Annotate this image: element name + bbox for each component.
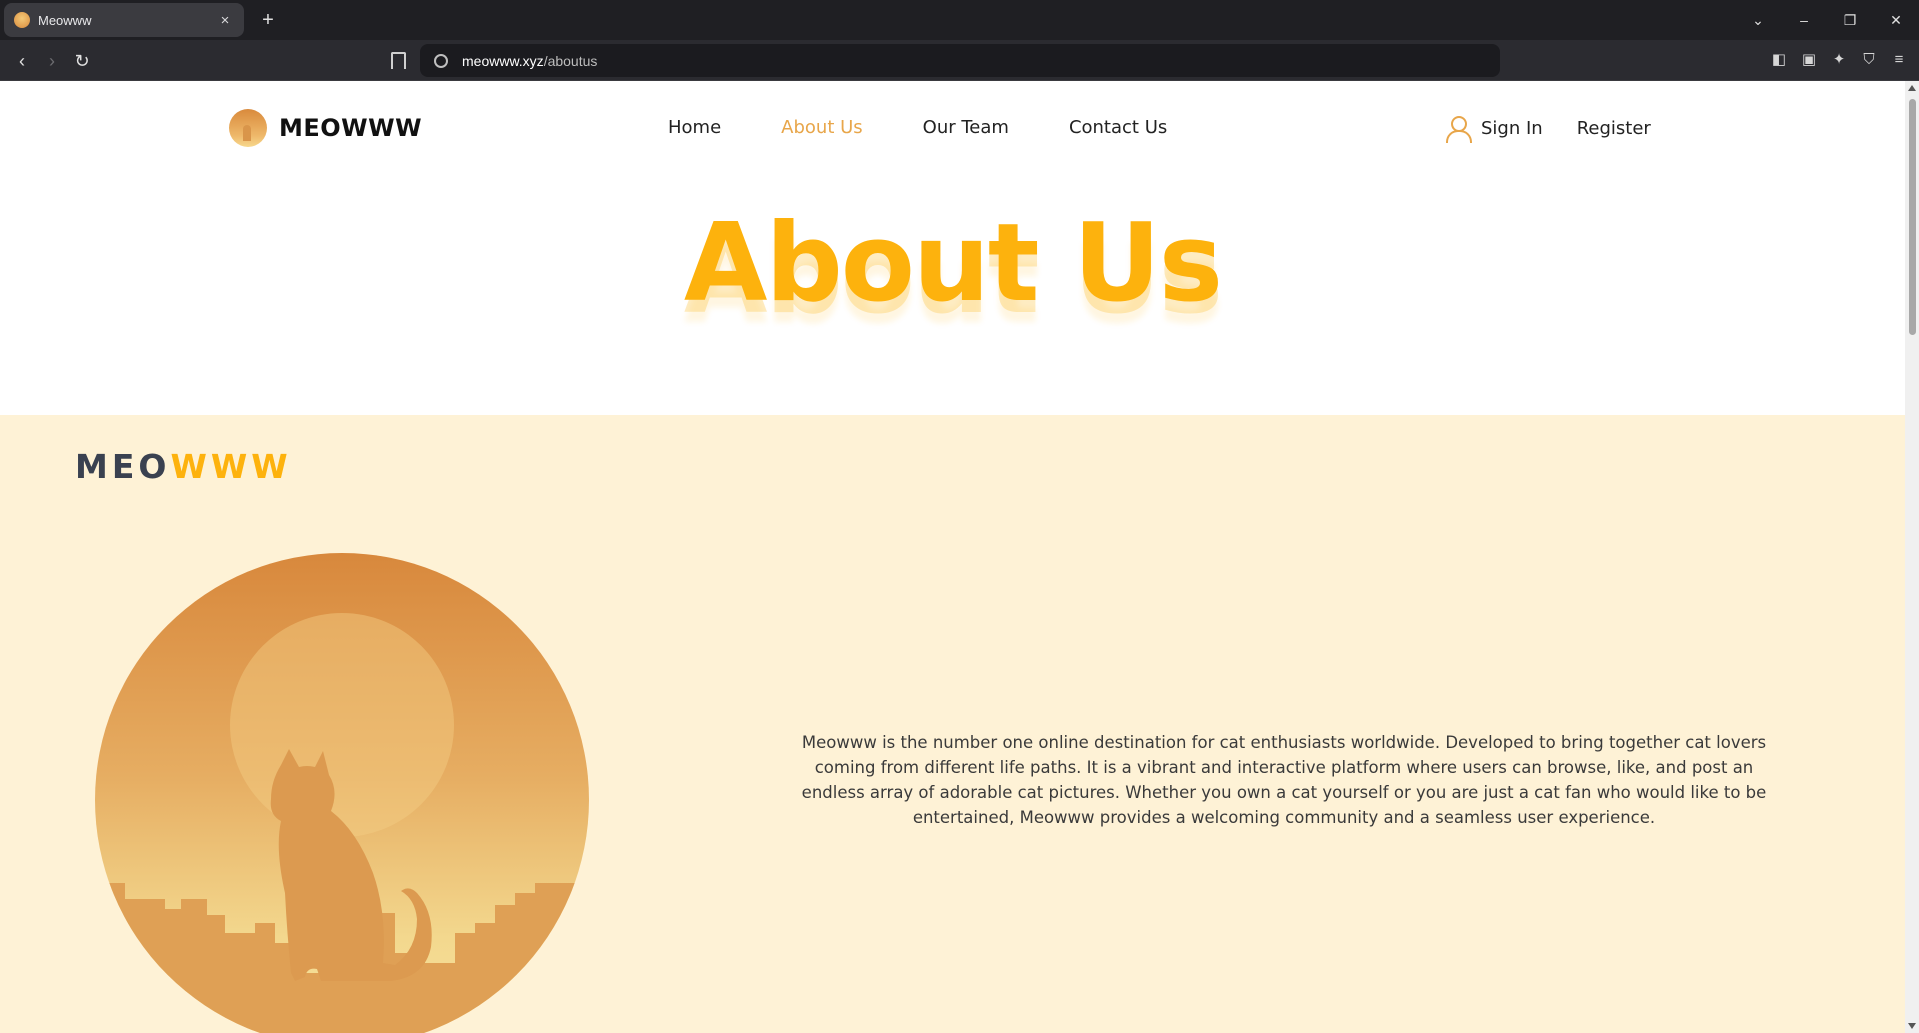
reload-icon[interactable]: ↻ xyxy=(70,49,94,73)
nav-about-us[interactable]: About Us xyxy=(781,117,863,138)
minimize-icon[interactable]: – xyxy=(1781,12,1827,28)
browser-tab[interactable]: Meowww × xyxy=(4,3,244,37)
close-tab-icon[interactable]: × xyxy=(216,12,234,29)
brand-name: MEOWWW xyxy=(279,114,423,142)
about-section: MEOWWW Meowww is the number one online d… xyxy=(0,415,1905,1033)
page-title: About Us xyxy=(683,201,1223,326)
main-nav: Home About Us Our Team Contact Us xyxy=(668,117,1227,138)
scroll-up-icon[interactable] xyxy=(1908,85,1916,91)
site-info-icon[interactable] xyxy=(434,53,448,68)
tab-title: Meowww xyxy=(38,12,92,28)
back-icon[interactable]: ‹ xyxy=(10,49,34,73)
page-viewport: MEOWWW Home About Us Our Team Contact Us… xyxy=(0,81,1905,1033)
nav-our-team[interactable]: Our Team xyxy=(923,117,1009,138)
wallet-icon[interactable]: ▣ xyxy=(1797,48,1821,72)
about-description: Meowww is the number one online destinat… xyxy=(801,733,1767,827)
tab-list-icon[interactable]: ⌄ xyxy=(1735,12,1781,29)
browser-toolbar: ‹ › ↻ meowww.xyz/aboutus ◧ ▣ ✦ ⛉ ≡ xyxy=(0,40,1919,81)
register-link[interactable]: Register xyxy=(1577,118,1651,139)
bookmark-icon[interactable] xyxy=(386,49,408,73)
user-icon xyxy=(1445,115,1472,143)
restore-icon[interactable]: ❐ xyxy=(1827,12,1873,29)
shield-icon[interactable]: ⛉ xyxy=(1857,48,1881,72)
cat-illustration xyxy=(95,553,589,1033)
close-window-icon[interactable]: ✕ xyxy=(1873,12,1919,29)
menu-icon[interactable]: ≡ xyxy=(1887,48,1911,72)
nav-home[interactable]: Home xyxy=(668,117,721,138)
window-controls: ⌄ – ❐ ✕ xyxy=(1735,0,1919,40)
nav-contact-us[interactable]: Contact Us xyxy=(1069,117,1167,138)
new-tab-button[interactable]: + xyxy=(256,8,280,32)
sidebar-icon[interactable]: ◧ xyxy=(1767,48,1791,72)
scroll-down-icon[interactable] xyxy=(1908,1023,1916,1029)
sign-in-link[interactable]: Sign In xyxy=(1481,118,1543,139)
cat-logo-icon xyxy=(229,109,267,147)
auth-links: Sign In Register xyxy=(1445,115,1651,143)
site-header: MEOWWW Home About Us Our Team Contact Us… xyxy=(0,81,1905,181)
address-bar[interactable]: meowww.xyz/aboutus xyxy=(420,44,1500,77)
about-brand-wordmark: MEOWWW xyxy=(75,447,292,486)
scroll-thumb[interactable] xyxy=(1909,99,1916,335)
toolbar-actions: ◧ ▣ ✦ ⛉ ≡ xyxy=(1767,48,1911,72)
page-scrollbar[interactable] xyxy=(1905,81,1919,1033)
browser-tab-bar: Meowww × + ⌄ – ❐ ✕ xyxy=(0,0,1919,40)
ai-sparkle-icon[interactable]: ✦ xyxy=(1827,48,1851,72)
brand-link[interactable]: MEOWWW xyxy=(229,109,422,147)
forward-icon[interactable]: › xyxy=(40,49,64,73)
moon-shape xyxy=(230,613,454,837)
favicon-icon xyxy=(14,12,30,28)
url-text: meowww.xyz/aboutus xyxy=(462,52,598,69)
